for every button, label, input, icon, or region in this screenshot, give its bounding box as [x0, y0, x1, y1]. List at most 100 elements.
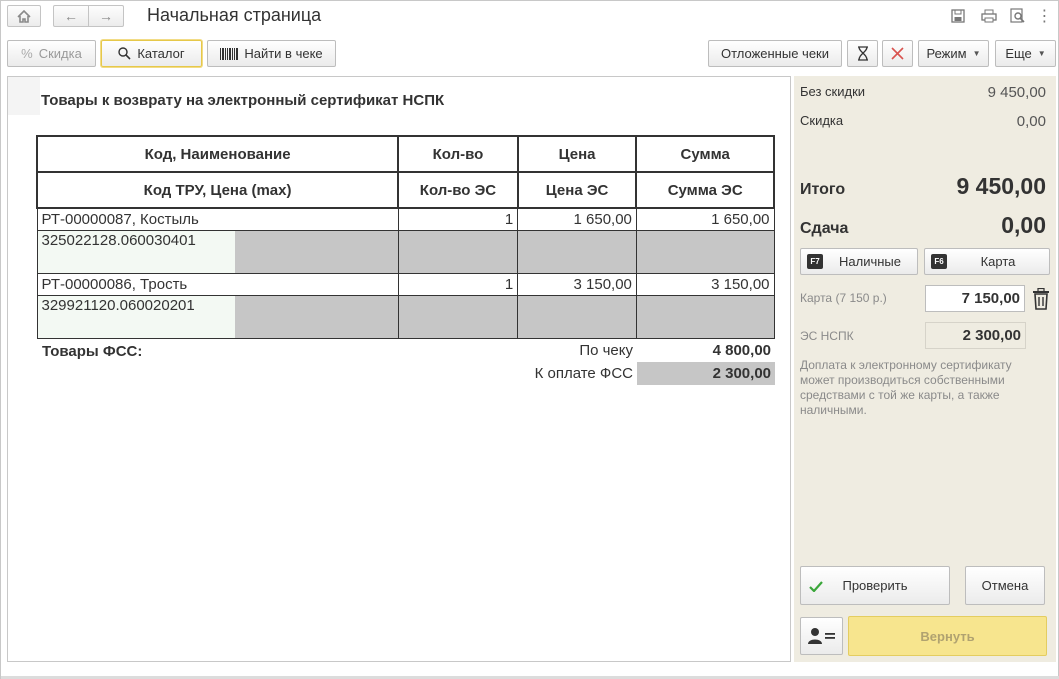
item-qty: 1 — [397, 272, 519, 296]
item-tru-code: 329921120.060020201 — [37, 295, 235, 338]
hourglass-icon — [857, 46, 868, 61]
cash-button-label: Наличные — [839, 254, 901, 269]
item-es-qty — [397, 294, 519, 339]
discount-button[interactable]: % Скидка — [7, 40, 96, 67]
search-icon — [118, 47, 131, 60]
column-header: Цена ЭС — [516, 171, 638, 209]
discount-button-label: Скидка — [38, 46, 82, 61]
item-qty: 1 — [397, 207, 519, 231]
deferred-receipts-button[interactable]: Отложенные чеки — [708, 40, 842, 67]
item-es-qty — [397, 229, 519, 274]
column-header: Код ТРУ, Цена (max) — [35, 171, 400, 209]
item-sum: 1 650,00 — [635, 207, 775, 231]
column-header: Кол-во ЭС — [397, 171, 519, 209]
item-max-price — [234, 295, 398, 338]
table-subrow[interactable]: 325022128.060030401 — [36, 229, 775, 274]
panel-corner — [8, 77, 40, 115]
mode-dropdown[interactable]: Режим ▼ — [918, 40, 989, 67]
return-button[interactable]: Вернуть — [848, 616, 1047, 656]
close-icon — [891, 47, 904, 60]
check-button[interactable]: Проверить — [800, 566, 950, 605]
catalog-button[interactable]: Каталог — [101, 40, 202, 67]
clear-button[interactable] — [882, 40, 913, 67]
no-discount-label: Без скидки — [800, 84, 866, 99]
deferred-receipts-label: Отложенные чеки — [720, 46, 830, 61]
total-label: Итого — [800, 181, 846, 198]
payment-panel: Без скидки 9 450,00 Скидка 0,00 Итого 9 … — [794, 76, 1056, 662]
more-dropdown[interactable]: Еще ▼ — [995, 40, 1056, 67]
percent-icon: % — [21, 46, 33, 61]
barcode-icon — [220, 47, 239, 60]
save-icon[interactable] — [948, 6, 968, 26]
item-tru-cell: 325022128.060030401 — [36, 229, 399, 274]
mode-label: Режим — [926, 46, 967, 61]
discount-row: Скидка 0,00 — [800, 113, 1046, 130]
more-icon[interactable]: ⋮ — [1034, 6, 1054, 26]
to-pay-fss-row: К оплате ФСС 2 300,00 — [408, 362, 775, 385]
table-header-row: Код, Наименование Кол-во Цена Сумма — [35, 135, 775, 173]
total-value: 9 450,00 — [956, 173, 1046, 199]
item-es-price — [517, 294, 637, 339]
no-discount-row: Без скидки 9 450,00 — [800, 84, 1046, 101]
forward-button[interactable]: → — [88, 5, 124, 27]
preview-icon[interactable] — [1008, 6, 1028, 26]
forward-arrow-icon: → — [99, 8, 113, 24]
cancel-button[interactable]: Отмена — [965, 566, 1045, 605]
column-header: Цена — [516, 135, 638, 173]
check-icon — [809, 581, 823, 592]
customer-button[interactable] — [800, 617, 843, 655]
table-row[interactable]: РТ-00000087, Костыль 1 1 650,00 1 650,00 — [36, 207, 775, 231]
title-bar: ← → Начальная страница ⋮ — [1, 1, 1058, 33]
item-tru-cell: 329921120.060020201 — [36, 294, 399, 339]
home-icon — [17, 9, 31, 23]
column-header: Код, Наименование — [35, 135, 400, 173]
chevron-down-icon: ▼ — [972, 49, 981, 58]
fss-goods-label: Товары ФСС: — [42, 343, 143, 360]
home-button[interactable] — [7, 5, 41, 27]
document-title: Товары к возврату на электронный сертифи… — [41, 92, 445, 109]
no-discount-value: 9 450,00 — [987, 84, 1046, 101]
by-receipt-row: По чеку 4 800,00 — [408, 339, 775, 362]
discount-label: Скидка — [800, 113, 844, 128]
item-price: 3 150,00 — [517, 272, 637, 296]
table-subrow[interactable]: 329921120.060020201 — [36, 294, 775, 339]
catalog-button-label: Каталог — [137, 46, 185, 61]
change-value: 0,00 — [1001, 212, 1046, 238]
to-pay-fss-value: 2 300,00 — [637, 362, 775, 385]
back-button[interactable]: ← — [53, 5, 89, 27]
user-card-icon — [807, 628, 835, 644]
check-button-label: Проверить — [842, 578, 908, 593]
find-in-receipt-button[interactable]: Найти в чеке — [207, 40, 336, 67]
trash-icon[interactable] — [1031, 288, 1051, 310]
by-receipt-value: 4 800,00 — [712, 342, 771, 359]
find-in-receipt-label: Найти в чеке — [244, 46, 323, 61]
table-header-row: Код ТРУ, Цена (max) Кол-во ЭС Цена ЭС Су… — [35, 171, 775, 209]
item-price: 1 650,00 — [517, 207, 637, 231]
es-nspk-value: 2 300,00 — [925, 322, 1026, 349]
document-panel: Товары к возврату на электронный сертифи… — [7, 76, 791, 662]
f7-key-badge: F7 — [807, 254, 823, 269]
cash-button[interactable]: F7 Наличные — [800, 248, 918, 275]
card-button[interactable]: F6 Карта — [924, 248, 1050, 275]
page-title: Начальная страница — [147, 5, 322, 25]
item-name: РТ-00000087, Костыль — [36, 207, 399, 231]
item-name: РТ-00000086, Трость — [36, 272, 399, 296]
card-button-label: Карта — [980, 254, 1016, 269]
item-es-sum — [635, 229, 775, 274]
es-nspk-label: ЭС НСПК — [800, 329, 854, 343]
card-amount-input[interactable]: 7 150,00 — [925, 285, 1025, 312]
hourglass-button[interactable] — [847, 40, 878, 67]
item-sum: 3 150,00 — [635, 272, 775, 296]
cancel-button-label: Отмена — [981, 578, 1029, 593]
discount-value: 0,00 — [1016, 113, 1046, 130]
print-icon[interactable] — [979, 6, 999, 26]
f6-key-badge: F6 — [931, 254, 947, 269]
item-es-sum — [635, 294, 775, 339]
table-row[interactable]: РТ-00000086, Трость 1 3 150,00 3 150,00 — [36, 272, 775, 296]
change-label: Сдача — [800, 220, 849, 237]
item-max-price — [234, 230, 398, 273]
column-header: Сумма — [635, 135, 775, 173]
change-row: Сдача 0,00 — [800, 212, 1046, 239]
item-es-price — [517, 229, 637, 274]
column-header: Кол-во — [397, 135, 519, 173]
